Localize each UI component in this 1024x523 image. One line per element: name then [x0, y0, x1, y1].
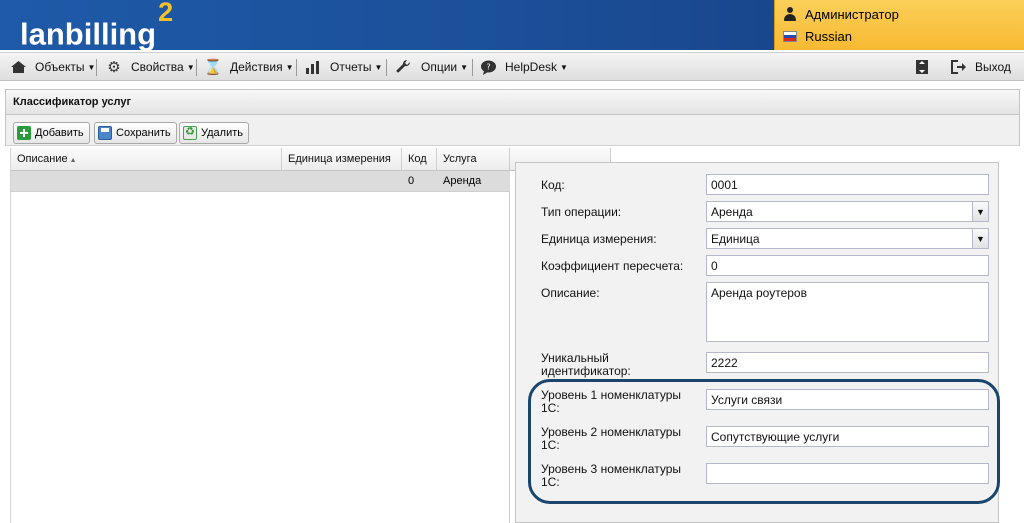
table-row[interactable]: 0 Аренда: [11, 171, 510, 192]
chevron-down-icon[interactable]: ▼: [972, 229, 988, 248]
menu-reports-label: Отчеты: [330, 60, 372, 74]
description-label: Описание:: [541, 286, 600, 300]
nomenclature-highlight-annotation: [528, 379, 1000, 504]
save-button[interactable]: Сохранить: [94, 122, 177, 144]
bar-chart-icon: [304, 59, 322, 75]
services-grid: Описание Единица измерения Код Услуга 0 …: [10, 148, 611, 523]
panel-title: Классификатор услуг: [5, 89, 1020, 114]
menu-objects-label: Объекты: [35, 60, 85, 74]
delete-button[interactable]: Удалить: [179, 122, 249, 144]
menu-separator: [472, 59, 473, 76]
save-button-label: Сохранить: [116, 127, 171, 139]
window-icon: [913, 59, 931, 75]
operation-type-select[interactable]: Аренда ▼: [706, 201, 989, 222]
operation-type-value: Аренда: [711, 205, 753, 219]
user-menu[interactable]: Администратор: [783, 5, 899, 23]
cell-service: Аренда: [443, 175, 482, 187]
logout-icon: [949, 59, 967, 75]
column-header-service[interactable]: Услуга: [437, 148, 510, 171]
cell-unit: [282, 171, 402, 192]
user-box: Администратор Russian: [774, 0, 1024, 50]
code-field[interactable]: 0001: [706, 174, 989, 195]
menu-actions-label: Действия: [230, 60, 283, 74]
chevron-down-icon[interactable]: ▼: [972, 202, 988, 221]
chevron-down-icon: ▼: [285, 62, 294, 72]
save-icon: [98, 126, 112, 140]
menu-actions[interactable]: ⌛ Действия ▼: [204, 57, 294, 77]
menu-separator: [296, 59, 297, 76]
gear-icon: ⚙: [107, 59, 121, 76]
chevron-down-icon: ▼: [560, 62, 568, 72]
user-name: Администратор: [805, 6, 899, 22]
chat-bubble-icon: ?: [479, 59, 497, 75]
add-button-label: Добавить: [35, 127, 84, 139]
recycle-icon: [183, 125, 197, 140]
menu-reports[interactable]: Отчеты ▼: [304, 57, 382, 77]
cell-code: 0: [408, 175, 415, 187]
delete-button-label: Удалить: [201, 127, 243, 139]
chevron-down-icon: ▼: [87, 62, 96, 72]
column-header-unit[interactable]: Единица измерения: [282, 148, 402, 171]
menu-helpdesk-label: HelpDesk: [505, 60, 558, 74]
column-header-description[interactable]: Описание: [11, 148, 282, 171]
menu-helpdesk[interactable]: ? HelpDesk ▼: [479, 57, 568, 77]
description-textarea[interactable]: Аренда роутеров: [706, 282, 989, 342]
russian-flag-icon: [783, 30, 797, 42]
user-icon: [783, 7, 797, 21]
unit-label: Единица измерения:: [541, 232, 657, 246]
menu-options-label: Опции: [421, 60, 458, 74]
menu-separator: [196, 59, 197, 76]
cell-description: [11, 171, 282, 192]
menu-properties[interactable]: ⚙ Свойства ▼: [105, 57, 195, 77]
menu-properties-label: Свойства: [131, 60, 184, 74]
app-header: lanbilling2 Администратор Russian: [0, 0, 1024, 51]
window-toggle-button[interactable]: [913, 57, 939, 77]
language-selector[interactable]: Russian: [783, 27, 852, 45]
add-button[interactable]: Добавить: [13, 122, 90, 144]
chevron-down-icon: ▼: [186, 62, 195, 72]
hourglass-icon: ⌛: [203, 59, 223, 76]
column-header-code[interactable]: Код: [402, 148, 437, 171]
house-icon: [9, 59, 27, 75]
logo: lanbilling2: [20, 0, 174, 52]
svg-text:?: ?: [486, 62, 490, 71]
unit-select[interactable]: Единица ▼: [706, 228, 989, 249]
chevron-down-icon: ▼: [460, 62, 469, 72]
menu-objects[interactable]: Объекты ▼: [9, 57, 95, 77]
menu-options[interactable]: Опции ▼: [395, 57, 468, 77]
wrench-icon: [395, 59, 413, 75]
menu-separator: [386, 59, 387, 76]
uid-field[interactable]: 2222: [706, 352, 989, 373]
main-menu-bar: Объекты ▼ ⚙ Свойства ▼ ⌛ Действия ▼ Отчеты ▼…: [0, 52, 1024, 81]
language-label: Russian: [805, 28, 852, 44]
toolbar: Добавить Сохранить Удалить: [5, 114, 1020, 146]
coefficient-label: Коэффициент пересчета:: [541, 259, 684, 273]
logout-label: Выход: [975, 60, 1011, 74]
uid-label: Уникальный идентификатор:: [541, 351, 631, 378]
menu-separator: [96, 59, 97, 76]
coefficient-field[interactable]: 0: [706, 255, 989, 276]
add-icon: [17, 126, 31, 140]
chevron-down-icon: ▼: [374, 62, 383, 72]
unit-value: Единица: [711, 232, 760, 246]
code-label: Код:: [541, 178, 565, 192]
operation-type-label: Тип операции:: [541, 205, 622, 219]
logout-button[interactable]: Выход: [949, 57, 1011, 77]
